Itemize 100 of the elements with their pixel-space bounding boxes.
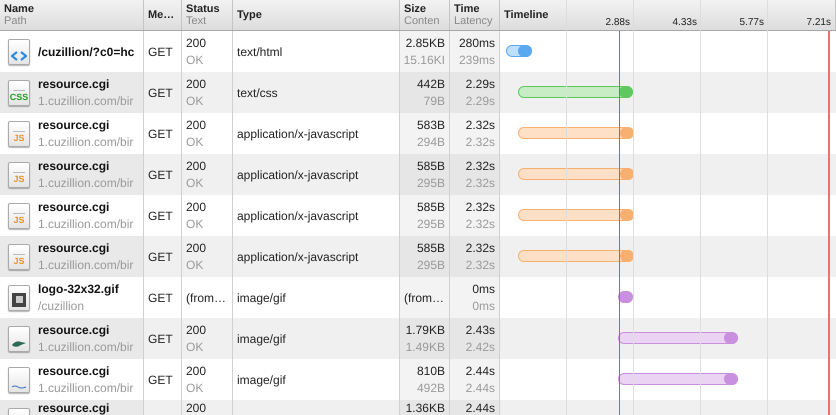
- request-name: resource.cgi: [38, 77, 110, 91]
- type-text: application/x-javascript: [237, 248, 358, 266]
- icon-label: JS: [13, 174, 24, 184]
- icon-label: JS: [13, 134, 24, 142]
- method-text: GET: [148, 84, 173, 102]
- type-text: application/x-javascript: [237, 166, 358, 184]
- request-row[interactable]: resource.cgi 200 1.36KB 2.44s: [0, 400, 836, 415]
- secondary-value: OK: [186, 53, 204, 67]
- secondary-value: 2.42s: [466, 340, 495, 354]
- primary-value: 2.44s: [466, 364, 495, 378]
- column-header[interactable]: Time Latency: [450, 0, 500, 30]
- method-text: GET: [148, 166, 173, 184]
- primary-value: 585B: [416, 241, 445, 255]
- type-text: image/gif: [237, 330, 286, 348]
- request-name: resource.cgi: [38, 401, 110, 415]
- request-path: 1.cuzillion.com/bir: [38, 94, 134, 108]
- timeline-tick-label: 2.88s: [606, 17, 630, 29]
- primary-value: 200: [186, 200, 208, 214]
- secondary-value: OK: [186, 135, 204, 149]
- primary-value: 200: [186, 401, 208, 415]
- type-text: text/html: [237, 44, 282, 60]
- icon-label: JS: [13, 216, 24, 224]
- primary-value: 2.44s: [466, 401, 495, 415]
- primary-value: 200: [186, 241, 208, 255]
- primary-value: 2.85KB: [406, 36, 445, 50]
- column-header[interactable]: Size Conten: [400, 0, 450, 30]
- method-text: GET: [148, 44, 173, 60]
- type-text: application/x-javascript: [237, 126, 358, 142]
- secondary-value: 15.16KI: [404, 53, 445, 67]
- primary-value: 200: [186, 36, 208, 50]
- method-text: GET: [148, 248, 173, 266]
- type-text: application/x-javascript: [237, 208, 358, 224]
- secondary-value: OK: [186, 340, 204, 354]
- request-row[interactable]: JS resource.cgi 1.cuzillion.com/bir GET 200 OK application/x-javascript 585B 295B 2.32s 2.32s: [0, 154, 836, 195]
- column-header[interactable]: Status Text: [182, 0, 233, 30]
- primary-value: 2.32s: [466, 200, 495, 214]
- code-brackets-icon: [11, 50, 27, 60]
- request-name: resource.cgi: [38, 118, 110, 132]
- method-text: GET: [148, 208, 173, 224]
- secondary-value: 239ms: [458, 53, 495, 67]
- type-text: image/gif: [237, 290, 286, 306]
- column-header[interactable]: Me…: [144, 0, 182, 30]
- primary-value: 810B: [416, 364, 445, 378]
- primary-value: 442B: [416, 77, 445, 91]
- primary-value: 200: [186, 159, 208, 173]
- secondary-value: 294B: [416, 135, 445, 149]
- secondary-value: 79B: [424, 94, 445, 108]
- secondary-value: OK: [186, 176, 204, 190]
- type-text: text/css: [237, 84, 278, 102]
- request-name: resource.cgi: [38, 323, 110, 337]
- icon-label: CSS: [10, 92, 28, 102]
- request-path: 1.cuzillion.com/bir: [38, 381, 134, 395]
- primary-value: 200: [186, 77, 208, 91]
- method-text: GET: [148, 330, 173, 348]
- primary-value: 2.32s: [466, 159, 495, 173]
- method-text: GET: [148, 290, 173, 306]
- timeline-bar: [618, 291, 633, 303]
- primary-value: (from…: [186, 290, 227, 304]
- primary-value: (from…: [404, 290, 445, 304]
- secondary-value: OK: [186, 381, 204, 395]
- icon-label: JS: [13, 256, 24, 266]
- request-path: 1.cuzillion.com/bir: [38, 258, 134, 272]
- primary-value: 280ms: [458, 36, 495, 50]
- primary-value: 200: [186, 323, 208, 337]
- column-header[interactable]: Type: [233, 0, 400, 30]
- timeline-tick-label: 4.33s: [672, 17, 697, 29]
- primary-value: 200: [186, 364, 208, 378]
- primary-value: 0ms: [472, 282, 495, 296]
- secondary-value: OK: [186, 258, 204, 272]
- primary-value: 585B: [416, 159, 445, 173]
- request-path: 1.cuzillion.com/bir: [38, 217, 134, 231]
- request-name: resource.cgi: [38, 159, 110, 173]
- secondary-value: 0ms: [472, 299, 495, 313]
- primary-value: 200: [186, 118, 208, 132]
- bird-thumbnail-icon: [11, 340, 27, 348]
- request-name: resource.cgi: [38, 200, 110, 214]
- secondary-value: OK: [186, 217, 204, 231]
- method-text: GET: [148, 126, 173, 142]
- request-name: /cuzillion/?c0=hc: [38, 44, 134, 58]
- request-row[interactable]: CSS resource.cgi 1.cuzillion.com/bir GET 200 OK text/css 442B 79B 2.29s 2.29s: [0, 72, 836, 113]
- request-path: 1.cuzillion.com/bir: [38, 340, 134, 354]
- primary-value: 2.32s: [466, 118, 495, 132]
- column-header[interactable]: Name Path: [0, 0, 144, 30]
- secondary-value: 1.49KB: [406, 340, 445, 354]
- primary-value: 583B: [416, 118, 445, 132]
- secondary-value: 2.32s: [466, 258, 495, 272]
- primary-value: 2.43s: [466, 323, 495, 337]
- timeline-bar: [506, 45, 532, 57]
- type-text: image/gif: [237, 372, 286, 388]
- request-path: 1.cuzillion.com/bir: [38, 135, 134, 149]
- request-path: /cuzillion: [38, 299, 86, 313]
- primary-value: 1.79KB: [406, 323, 445, 337]
- request-name: logo-32x32.gif: [38, 282, 119, 296]
- secondary-value: 295B: [416, 217, 445, 231]
- primary-value: 585B: [416, 200, 445, 214]
- request-row[interactable]: resource.cgi 1.cuzillion.com/bir GET 200 OK image/gif 1.79KB 1.49KB 2.43s 2.42s: [0, 318, 836, 359]
- request-row[interactable]: JS resource.cgi 1.cuzillion.com/bir GET 200 OK application/x-javascript 585B 295B 2.32s 2.32s: [0, 236, 836, 277]
- secondary-value: 2.32s: [466, 176, 495, 190]
- secondary-value: OK: [186, 94, 204, 108]
- square-logo-icon: [12, 292, 26, 306]
